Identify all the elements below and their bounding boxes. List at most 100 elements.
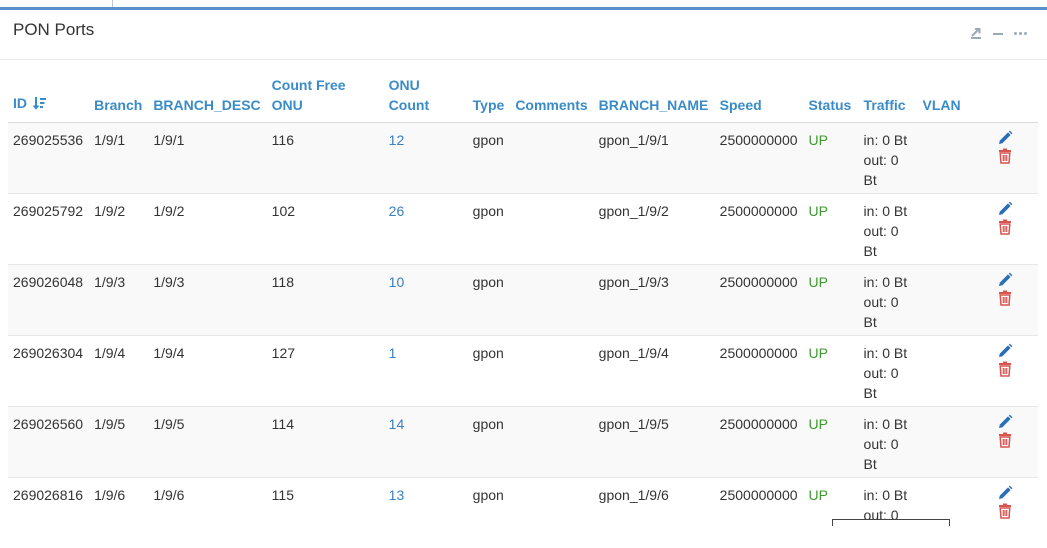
pencil-icon[interactable] [997, 130, 1013, 148]
cell-speed: 2500000000 [714, 192, 804, 264]
cell-onu-count: 26 [383, 192, 468, 264]
onu-count-link[interactable]: 12 [389, 132, 405, 148]
traffic-in: in: 0 Bt [863, 131, 908, 148]
cell-count-free-onu: 114 [266, 405, 384, 477]
cell-id: 269026304 [8, 334, 90, 406]
cell-vlan [917, 192, 974, 264]
cell-status: UP [803, 405, 859, 477]
cell-speed: 2500000000 [714, 476, 804, 548]
cell-vlan [917, 476, 974, 548]
onu-count-link[interactable]: 1 [389, 345, 397, 361]
cell-status: UP [803, 192, 859, 264]
panel-title: PON Ports [13, 20, 95, 39]
cell-id: 269026048 [8, 263, 90, 335]
column-header-branch[interactable]: Branch [89, 72, 149, 123]
column-header-comments[interactable]: Comments [510, 72, 594, 123]
column-header-vlan[interactable]: VLAN [917, 72, 974, 123]
cell-vlan [917, 263, 974, 335]
cell-id: 269026560 [8, 405, 90, 477]
cell-actions [973, 121, 1038, 193]
traffic-in: in: 0 Bt [863, 486, 908, 503]
trash-icon[interactable] [997, 148, 1013, 166]
cell-branch-desc: 1/9/2 [148, 192, 267, 264]
column-header-status[interactable]: Status [803, 72, 859, 123]
column-header-branch-desc[interactable]: BRANCH_DESC [148, 72, 267, 123]
cell-branch-name: gpon_1/9/3 [593, 263, 715, 335]
pencil-icon[interactable] [997, 414, 1013, 432]
cell-actions [973, 334, 1038, 406]
pencil-icon[interactable] [997, 485, 1013, 503]
table-row: 269026304 1/9/4 1/9/4 127 1 gpon gpon_1/9/4 250… [8, 334, 1038, 406]
traffic-out: out: 0 Bt [863, 222, 899, 259]
cell-branch-desc: 1/9/3 [148, 263, 267, 335]
cell-status: UP [803, 334, 859, 406]
column-header-speed[interactable]: Speed [714, 72, 804, 123]
top-accent-bar [0, 0, 1047, 10]
column-header-type[interactable]: Type [467, 72, 511, 123]
status-badge: UP [808, 344, 828, 361]
cell-actions [973, 192, 1038, 264]
cell-branch-name: gpon_1/9/1 [593, 121, 715, 193]
onu-count-link[interactable]: 10 [389, 274, 405, 290]
onu-count-link[interactable]: 26 [389, 203, 405, 219]
traffic-in: in: 0 Bt [863, 273, 908, 290]
table-row: 269025792 1/9/2 1/9/2 102 26 gpon gpon_1/9/2 25… [8, 192, 1038, 264]
cell-speed: 2500000000 [714, 405, 804, 477]
minus-icon[interactable] [991, 26, 1005, 40]
cell-type: gpon [467, 405, 511, 477]
traffic-out: out: 0 Bt [863, 435, 899, 472]
column-header-count-free-onu[interactable]: Count Free ONU [266, 72, 384, 123]
column-header-traffic[interactable]: Traffic [858, 72, 918, 123]
cell-speed: 2500000000 [714, 263, 804, 335]
cell-id: 269026816 [8, 476, 90, 548]
cell-branch-name: gpon_1/9/6 [593, 476, 715, 548]
traffic-out: out: 0 Bt [863, 293, 899, 330]
export-icon[interactable] [969, 26, 983, 40]
cell-branch: 1/9/1 [89, 121, 149, 193]
cell-traffic: in: 0 Bt out: 0 Bt [858, 405, 918, 477]
status-badge: UP [808, 273, 828, 290]
traffic-in: in: 0 Bt [863, 344, 908, 361]
trash-icon[interactable] [997, 290, 1013, 308]
cell-traffic: in: 0 Bt out: 0 Bt [858, 192, 918, 264]
column-header-id[interactable]: ID [8, 72, 90, 123]
traffic-out: out: 0 Bt [863, 151, 899, 188]
cell-branch: 1/9/3 [89, 263, 149, 335]
cell-status: UP [803, 121, 859, 193]
more-icon[interactable] [1013, 26, 1027, 40]
trash-icon[interactable] [997, 432, 1013, 450]
cell-branch: 1/9/4 [89, 334, 149, 406]
cell-branch-name: gpon_1/9/4 [593, 334, 715, 406]
table-row: 269026560 1/9/5 1/9/5 114 14 gpon gpon_1/9/5 25… [8, 405, 1038, 477]
column-header-branch-name[interactable]: BRANCH_NAME [593, 72, 715, 123]
cell-count-free-onu: 115 [266, 476, 384, 548]
cell-type: gpon [467, 192, 511, 264]
cell-comments [510, 192, 594, 264]
cell-branch-desc: 1/9/6 [148, 476, 267, 548]
cell-branch-name: gpon_1/9/5 [593, 405, 715, 477]
table-row: 269025536 1/9/1 1/9/1 116 12 gpon gpon_1/9/1 25… [8, 121, 1038, 193]
trash-icon[interactable] [997, 219, 1013, 237]
cell-vlan [917, 334, 974, 406]
cell-branch: 1/9/2 [89, 192, 149, 264]
table-row: 269026048 1/9/3 1/9/3 118 10 gpon gpon_1/9/3 25… [8, 263, 1038, 335]
column-header-actions [973, 72, 1038, 123]
cell-speed: 2500000000 [714, 334, 804, 406]
onu-count-link[interactable]: 13 [389, 487, 405, 503]
cell-status: UP [803, 476, 859, 548]
cell-branch-desc: 1/9/4 [148, 334, 267, 406]
cell-branch-name: gpon_1/9/2 [593, 192, 715, 264]
pencil-icon[interactable] [997, 272, 1013, 290]
sort-descending-icon[interactable] [32, 95, 47, 115]
cell-traffic: in: 0 Bt out: 0 Bt [858, 263, 918, 335]
cell-vlan [917, 121, 974, 193]
cell-count-free-onu: 102 [266, 192, 384, 264]
cell-comments [510, 476, 594, 548]
cell-branch: 1/9/5 [89, 405, 149, 477]
trash-icon[interactable] [997, 361, 1013, 379]
pencil-icon[interactable] [997, 343, 1013, 361]
trash-icon[interactable] [997, 503, 1013, 521]
pencil-icon[interactable] [997, 201, 1013, 219]
column-header-onu-count[interactable]: ONU Count [383, 72, 468, 123]
onu-count-link[interactable]: 14 [389, 416, 405, 432]
